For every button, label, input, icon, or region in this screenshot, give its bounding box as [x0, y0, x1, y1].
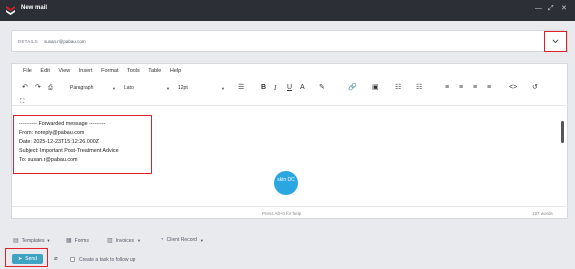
close-icon[interactable]: ✕ — [561, 4, 567, 14]
invoice-icon: ▥ — [107, 238, 113, 244]
text-color-icon[interactable]: A — [300, 83, 305, 93]
editor-statusbar: Press Alt+0 for help 197 words — [12, 206, 569, 218]
font-family-value: Lato — [124, 85, 134, 91]
rich-text-editor[interactable]: File Edit View Insert Format Tools Table… — [11, 63, 569, 219]
align-left-icon[interactable]: ≡ — [445, 83, 449, 93]
title-bar: New mail — ⤢ ✕ — [0, 0, 575, 21]
caret-down-icon: ▼ — [112, 85, 116, 91]
font-size-value: 12pt — [178, 85, 188, 91]
document-icon: ▤ — [13, 238, 19, 244]
forms-icon: ▦ — [66, 238, 72, 244]
clear-formatting-icon[interactable]: ↺ — [532, 83, 538, 93]
invoices-button[interactable]: ▥ Invoices ▼ — [107, 237, 141, 245]
undo-icon[interactable]: ↶ — [22, 83, 28, 93]
editor-scrollbar[interactable] — [561, 121, 564, 143]
app-logo-icon — [6, 6, 15, 15]
templates-button[interactable]: ▤ Templates ▼ — [13, 237, 51, 245]
send-button-highlight — [5, 248, 48, 267]
clinic-logo-text: skin DC — [277, 177, 295, 183]
forwarded-header-highlight — [13, 115, 152, 174]
caret-down-icon: ▼ — [46, 238, 51, 243]
invoices-label: Invoices — [115, 237, 135, 244]
client-record-icon: ◔ — [160, 237, 164, 243]
redo-icon[interactable]: ↷ — [35, 83, 41, 93]
caret-down-icon: ▼ — [221, 85, 225, 91]
menu-view[interactable]: View — [58, 68, 70, 74]
numbered-list-icon[interactable]: ☷ — [416, 83, 422, 93]
menu-table[interactable]: Table — [148, 68, 161, 74]
menu-tools[interactable]: Tools — [127, 68, 140, 74]
menu-format[interactable]: Format — [101, 68, 118, 74]
code-view-icon[interactable]: <> — [509, 83, 517, 93]
align-center-icon[interactable]: ≡ — [459, 83, 463, 93]
forms-button[interactable]: ▦ Forms — [66, 237, 89, 245]
block-format-value: Paragraph — [70, 85, 94, 91]
client-record-label: Client Record — [166, 237, 197, 243]
toolbar-divider — [12, 105, 569, 106]
menu-insert[interactable]: Insert — [79, 68, 93, 74]
templates-label: Templates — [21, 237, 45, 244]
forms-label: Forms — [74, 237, 89, 244]
details-label: DETAILS — [18, 39, 38, 44]
link-icon[interactable]: 🔗 — [348, 83, 357, 93]
word-count: 197 words — [532, 211, 553, 216]
chevron-down-icon[interactable] — [552, 39, 559, 44]
menu-edit[interactable]: Edit — [40, 68, 49, 74]
bold-icon[interactable]: B — [261, 83, 266, 93]
editor-menubar: File Edit View Insert Format Tools Table… — [23, 68, 188, 74]
print-icon[interactable]: ⎙ — [48, 83, 53, 93]
align-right-icon[interactable]: ≡ — [473, 83, 477, 93]
underline-icon[interactable]: U — [287, 83, 292, 93]
font-size-select[interactable]: 12pt ▼ — [178, 84, 225, 92]
clinic-logo: skin DC — [274, 171, 298, 195]
menu-help[interactable]: Help — [170, 68, 181, 74]
client-record-button[interactable]: ◔ Client Record ▼ — [160, 237, 204, 243]
image-icon[interactable]: ▣ — [372, 83, 379, 93]
line-spacing-icon[interactable]: ☰ — [238, 83, 244, 93]
justify-icon[interactable]: ≡ — [487, 83, 491, 93]
menu-file[interactable]: File — [23, 68, 32, 74]
italic-icon[interactable]: I — [274, 83, 276, 93]
follow-up-checkbox[interactable] — [70, 257, 75, 262]
details-bar[interactable]: DETAILS susan.r@pabau.com — [11, 30, 568, 52]
caret-down-icon: ▼ — [137, 238, 141, 243]
help-hint: Press Alt+0 for help — [262, 211, 302, 216]
expand-icon[interactable]: ⤢ — [548, 4, 554, 14]
font-family-select[interactable]: Lato ▼ — [124, 84, 170, 92]
recipient-email: susan.r@pabau.com — [44, 39, 86, 44]
highlight-icon[interactable]: ✎ — [319, 83, 325, 93]
bullet-list-icon[interactable]: ☷ — [395, 83, 401, 93]
caret-down-icon: ▼ — [199, 237, 204, 243]
follow-up-label: Create a task to follow up — [79, 257, 136, 263]
caret-down-icon: ▼ — [166, 85, 170, 91]
window-title: New mail — [21, 5, 48, 11]
attachment-icon[interactable]: ⌀ — [54, 255, 58, 262]
minimize-icon[interactable]: — — [535, 4, 542, 14]
block-format-select[interactable]: Paragraph ▼ — [70, 84, 116, 92]
